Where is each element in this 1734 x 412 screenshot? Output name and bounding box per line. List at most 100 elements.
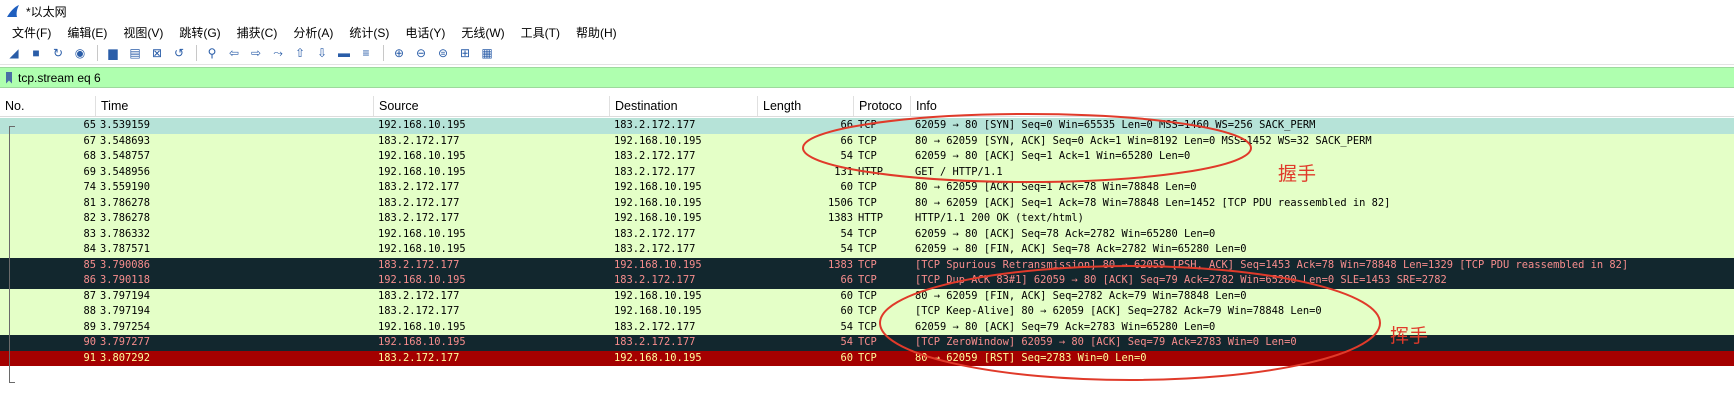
packet-row[interactable]: 90 3.797277 192.168.10.195 183.2.172.177 54 T… (0, 335, 1734, 351)
menu-item[interactable]: 工具(T) (513, 24, 568, 41)
zoom-in-icon[interactable]: ⊕ (389, 43, 409, 63)
packet-info: 62059 → 80 [ACK] Seq=79 Ack=2783 Win=652… (915, 320, 1216, 333)
autoscroll-icon[interactable]: ▬ (334, 43, 354, 63)
packet-row[interactable]: 69 3.548956 192.168.10.195 183.2.172.177 131… (0, 164, 1734, 180)
packet-row[interactable]: 83 3.786332 192.168.10.195 183.2.172.177 54 T… (0, 226, 1734, 242)
menu-item[interactable]: 电话(Y) (397, 24, 453, 41)
packet-row[interactable]: 86 3.790118 192.168.10.195 183.2.172.177 66 T… (0, 273, 1734, 289)
packet-source: 192.168.10.195 (378, 227, 466, 240)
packet-length: 60 (840, 181, 853, 193)
restart-shark-icon[interactable]: ↻ (48, 43, 68, 63)
packet-info: [TCP ZeroWindow] 62059 → 80 [ACK] Seq=79… (915, 336, 1297, 348)
column-header-no[interactable]: No. (0, 96, 96, 116)
packet-no: 81 (83, 196, 96, 209)
menu-item[interactable]: 统计(S) (341, 24, 397, 41)
goto-packet-icon[interactable]: ⤳ (268, 43, 288, 63)
packet-source: 183.2.172.177 (378, 212, 460, 224)
find-magnifier-icon[interactable]: ⚲ (202, 43, 222, 63)
packet-row[interactable]: 84 3.787571 192.168.10.195 183.2.172.177 54 T… (0, 242, 1734, 258)
packet-destination: 192.168.10.195 (614, 305, 702, 317)
open-folder-icon[interactable]: ▆ (103, 43, 123, 63)
column-header-destination[interactable]: Destination (610, 96, 758, 116)
packet-length: 1383 (827, 258, 853, 271)
packet-protocol: TCP (858, 258, 877, 271)
menu-item[interactable]: 编辑(E) (59, 24, 115, 41)
last-packet-icon[interactable]: ⇩ (312, 43, 332, 63)
filter-bookmark-icon[interactable] (6, 71, 12, 84)
column-header-time[interactable]: Time (96, 96, 374, 116)
menu-item[interactable]: 分析(A) (285, 24, 341, 41)
column-header-info[interactable]: Info (911, 96, 1734, 116)
packet-row[interactable]: 74 3.559190 183.2.172.177 192.168.10.195 60 T… (0, 180, 1734, 196)
packet-row[interactable]: 87 3.797194 183.2.172.177 192.168.10.195 60 T… (0, 288, 1734, 304)
column-header-protocol[interactable]: Protoco (854, 96, 911, 116)
packet-row[interactable]: 82 3.786278 183.2.172.177 192.168.10.195 138… (0, 211, 1734, 227)
packet-source: 192.168.10.195 (378, 150, 466, 162)
save-file-icon[interactable]: ▤ (125, 43, 145, 63)
menu-bar: 文件(F) 编辑(E) 视图(V) 跳转(G) 捕获(C) 分析(A) 统计(S) 电话(Y)… (0, 22, 1734, 42)
packet-length: 54 (840, 320, 853, 333)
colorize-lines-icon[interactable]: ≡ (356, 43, 376, 63)
close-file-icon[interactable]: ⊠ (147, 43, 167, 63)
menu-item[interactable]: 视图(V) (115, 24, 171, 41)
packet-destination: 192.168.10.195 (614, 212, 702, 224)
menu-item[interactable]: 跳转(G) (171, 24, 228, 41)
packet-row[interactable]: 88 3.797194 183.2.172.177 192.168.10.195 60 T… (0, 304, 1734, 320)
packet-protocol: TCP (858, 181, 877, 193)
conversation-bracket (9, 126, 11, 382)
menu-item[interactable]: 无线(W) (453, 24, 512, 41)
menu-item[interactable]: 捕获(C) (229, 24, 286, 41)
zoom-out-icon[interactable]: ⊖ (411, 43, 431, 63)
display-filter-bar[interactable]: tcp.stream eq 6 (0, 67, 1734, 88)
packet-source: 183.2.172.177 (378, 181, 460, 193)
packet-info: 80 → 62059 [SYN, ACK] Seq=0 Ack=1 Win=81… (915, 134, 1372, 147)
menu-item[interactable]: 帮助(H) (568, 24, 625, 41)
packet-destination: 183.2.172.177 (614, 119, 696, 131)
window-title: *以太网 (26, 4, 67, 19)
packet-destination: 183.2.172.177 (614, 243, 696, 255)
forward-arrow-icon[interactable]: ⇨ (246, 43, 266, 63)
packet-time: 3.797194 (100, 289, 151, 302)
packet-row[interactable]: 67 3.548693 183.2.172.177 192.168.10.195 66 T… (0, 133, 1734, 149)
packet-destination: 183.2.172.177 (614, 227, 696, 240)
packet-info: HTTP/1.1 200 OK (text/html) (915, 212, 1084, 224)
packet-row[interactable]: 81 3.786278 183.2.172.177 192.168.10.195 150… (0, 195, 1734, 211)
capture-options-gear-icon[interactable]: ◉ (70, 43, 90, 63)
display-filter-input[interactable]: tcp.stream eq 6 (18, 71, 101, 85)
column-header-source[interactable]: Source (374, 96, 610, 116)
packet-source: 183.2.172.177 (378, 258, 460, 271)
packet-source: 192.168.10.195 (378, 274, 466, 286)
first-packet-icon[interactable]: ⇧ (290, 43, 310, 63)
stop-square-icon[interactable]: ■ (26, 43, 46, 63)
packet-source: 192.168.10.195 (378, 243, 466, 255)
back-arrow-icon[interactable]: ⇦ (224, 43, 244, 63)
layout-grid-icon[interactable]: ▦ (477, 43, 497, 63)
packet-row[interactable]: 85 3.790086 183.2.172.177 192.168.10.195 138… (0, 257, 1734, 273)
packet-length: 131 (834, 165, 853, 178)
packet-no: 83 (83, 227, 96, 240)
zoom-normal-icon[interactable]: ⊜ (433, 43, 453, 63)
packet-time: 3.787571 (100, 243, 151, 255)
shark-fin-start-icon[interactable]: ◢ (4, 43, 24, 63)
column-header-length[interactable]: Length (758, 96, 854, 116)
packet-protocol: HTTP (858, 165, 884, 178)
wireshark-fin-icon (7, 5, 19, 17)
packet-source: 183.2.172.177 (378, 305, 460, 317)
packet-length: 54 (840, 227, 853, 240)
packet-row[interactable]: 68 3.548757 192.168.10.195 183.2.172.177 54 T… (0, 149, 1734, 165)
menu-item[interactable]: 文件(F) (4, 24, 59, 41)
wave-label: 挥手 (1390, 325, 1429, 347)
packet-row[interactable]: 65 3.539159 192.168.10.195 183.2.172.177 66 T… (0, 118, 1734, 134)
packet-length: 54 (840, 336, 853, 348)
resize-columns-icon[interactable]: ⊞ (455, 43, 475, 63)
packet-protocol: TCP (858, 320, 877, 333)
reload-icon[interactable]: ↺ (169, 43, 189, 63)
packet-no: 69 (83, 165, 96, 178)
packet-no: 88 (83, 305, 96, 317)
packet-row[interactable]: 89 3.797254 192.168.10.195 183.2.172.177 54 T… (0, 319, 1734, 335)
packet-no: 67 (83, 134, 96, 147)
packet-row[interactable]: 91 3.807292 183.2.172.177 192.168.10.195 60 T… (0, 350, 1734, 366)
packet-info: [TCP Keep-Alive] 80 → 62059 [ACK] Seq=27… (915, 305, 1322, 317)
packet-protocol: HTTP (858, 212, 884, 224)
packet-length: 60 (840, 351, 853, 364)
